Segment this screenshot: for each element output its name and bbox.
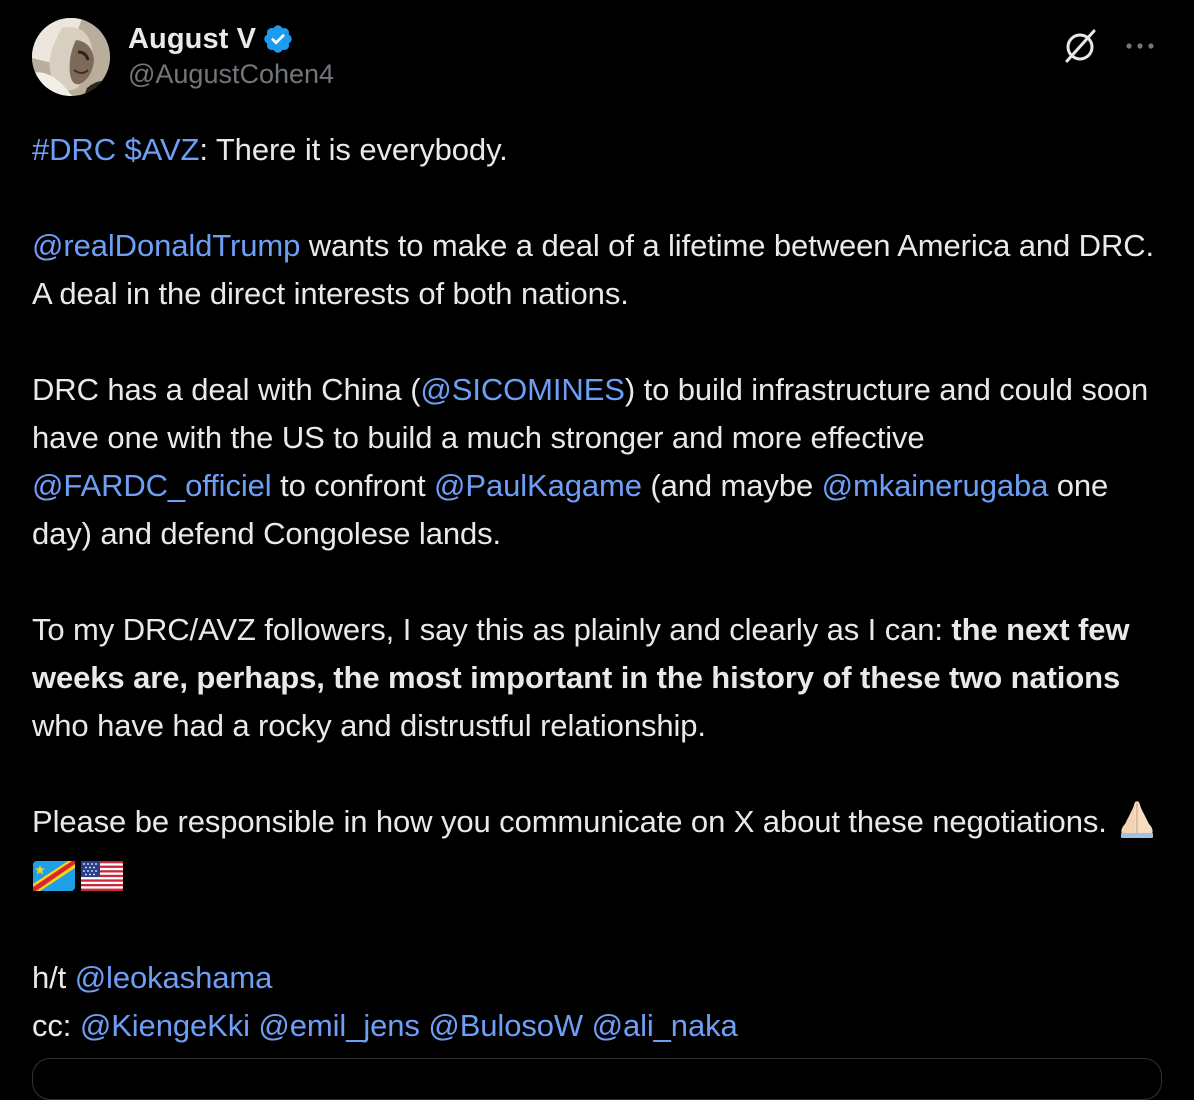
paragraph-5-text: Please be responsible in how you communi… bbox=[32, 804, 1116, 839]
mention-kiengekki[interactable]: @KiengeKki bbox=[80, 1008, 250, 1043]
mention-emil-jens[interactable]: @emil_jens bbox=[258, 1008, 420, 1043]
paragraph-3-text-1: DRC has a deal with China ( bbox=[32, 372, 421, 407]
paragraph-6: h/t @leokashama cc: @KiengeKki @emil_jens… bbox=[32, 954, 1172, 1050]
tweet-header: August V @AugustCohen4 bbox=[32, 18, 1162, 98]
hat-tip-label: h/t bbox=[32, 960, 75, 995]
cc-label: cc: bbox=[32, 1008, 80, 1043]
paragraph-2: @realDonaldTrump wants to make a deal of… bbox=[32, 222, 1172, 318]
verified-badge-icon[interactable] bbox=[262, 23, 294, 55]
paragraph-5: Please be responsible in how you communi… bbox=[32, 798, 1172, 906]
mention-bulosow[interactable]: @BulosoW bbox=[428, 1008, 583, 1043]
avatar[interactable] bbox=[32, 18, 110, 96]
mention-paulkagame[interactable]: @PaulKagame bbox=[434, 468, 642, 503]
author-names: August V @AugustCohen4 bbox=[128, 20, 334, 90]
tweet-text: #DRC $AVZ: There it is everybody. @realD… bbox=[32, 126, 1172, 1050]
paragraph-4-text-1: To my DRC/AVZ followers, I say this as p… bbox=[32, 612, 952, 647]
mention-sicomines[interactable]: @SICOMINES bbox=[420, 372, 625, 407]
paragraph-4-text-2: who have had a rocky and distrustful rel… bbox=[32, 708, 706, 743]
paragraph-1: #DRC $AVZ: There it is everybody. bbox=[32, 126, 1172, 174]
author-handle[interactable]: @AugustCohen4 bbox=[128, 59, 334, 90]
grok-icon[interactable] bbox=[1060, 26, 1100, 66]
more-icon[interactable] bbox=[1120, 26, 1160, 66]
display-name-row: August V bbox=[128, 20, 334, 58]
paragraph-1-text: : There it is everybody. bbox=[199, 132, 508, 167]
cashtag-avz[interactable]: $AVZ bbox=[125, 132, 200, 167]
display-name[interactable]: August V bbox=[128, 23, 256, 56]
mention-ali-naka[interactable]: @ali_naka bbox=[592, 1008, 738, 1043]
folded-hands-emoji bbox=[1115, 800, 1159, 852]
mention-leokashama[interactable]: @leokashama bbox=[75, 960, 273, 995]
mention-realdonaldtrump[interactable]: @realDonaldTrump bbox=[32, 228, 300, 263]
paragraph-4: To my DRC/AVZ followers, I say this as p… bbox=[32, 606, 1172, 750]
mention-mkainerugaba[interactable]: @mkainerugaba bbox=[822, 468, 1049, 503]
tweet: August V @AugustCohen4 #DRC $AVZ: There … bbox=[0, 0, 1194, 1100]
flag-us-emoji bbox=[80, 858, 124, 906]
embedded-card-edge[interactable] bbox=[32, 1058, 1162, 1100]
mention-fardc-officiel[interactable]: @FARDC_officiel bbox=[32, 468, 272, 503]
paragraph-3: DRC has a deal with China (@SICOMINES) t… bbox=[32, 366, 1172, 558]
hashtag-drc[interactable]: #DRC bbox=[32, 132, 116, 167]
paragraph-3-text-4: (and maybe bbox=[641, 468, 822, 503]
paragraph-3-text-3: to confront bbox=[271, 468, 434, 503]
flag-drc-emoji bbox=[32, 858, 76, 906]
